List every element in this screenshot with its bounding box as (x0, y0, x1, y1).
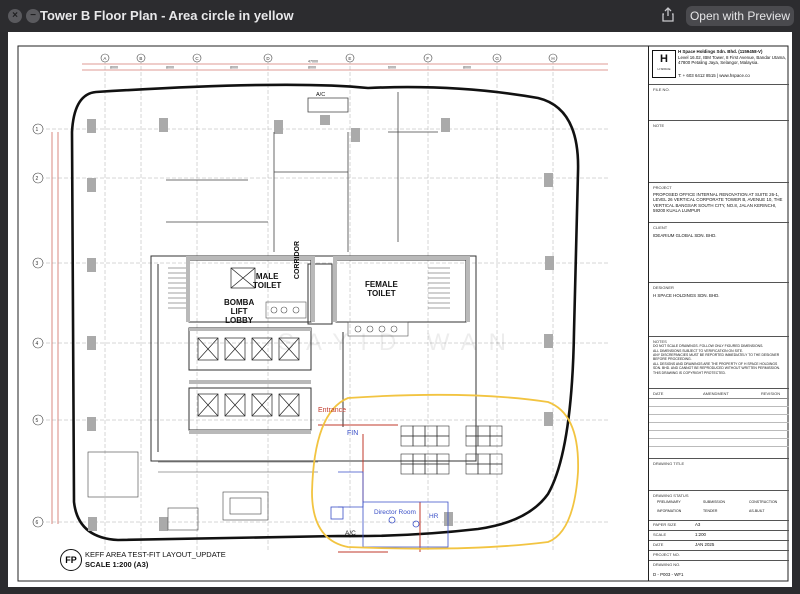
workstations (87, 451, 318, 531)
share-icon[interactable] (660, 7, 676, 23)
tb-drawing-no: DRAWING NO. D - P003 - WF1 (653, 562, 684, 577)
tb-status: DRAWING STATUS PRELIMINARY SUBMISSION CO… (649, 490, 789, 521)
tb-revisions: DATE AMENDMENT REVISION (649, 388, 789, 459)
stairs (168, 267, 450, 309)
grid-col-label: A (103, 56, 106, 61)
note-3: ANY DISCREPANCIES MUST BE REPORTED IMMED… (653, 353, 780, 362)
label-fin: FIN (347, 430, 359, 437)
label-hr: HR (429, 513, 439, 520)
company-address: Level 16.02, IBM Tower, 8 First Avenue, … (678, 55, 786, 66)
grid-row-label: 1 (36, 127, 39, 133)
tb-designer: DESIGNER H SPACE HOLDINGS SDN. BHD. (649, 282, 789, 337)
status-as-built: AS-BUILT (749, 509, 765, 513)
note-4: ALL DESIGNS AND DRAWINGS ARE THE PROPERT… (653, 362, 781, 371)
drawing-no: D - P003 - WF1 (653, 572, 684, 577)
tb-company: H H SPACE H Space Holdings Sdn. Bhd. (11… (649, 46, 789, 85)
grid-col-label: H (551, 56, 554, 61)
dimension-label: 8000 (463, 66, 471, 70)
dimension-label: 8000 (308, 66, 316, 70)
company-logo: H H SPACE (652, 50, 676, 78)
dimension-label: 8000 (166, 66, 174, 70)
company-contact: T: + 603 6412 8515 | www.hspace.co (678, 73, 750, 78)
note-5: THIS DRAWING IS COPYRIGHT PROTECTED. (653, 371, 726, 375)
office-desks (400, 425, 503, 475)
grid-row-label: 2 (36, 176, 39, 182)
close-icon[interactable]: × (8, 9, 22, 23)
grid-col-label: F (426, 56, 429, 61)
label-bomba-lift-lobby: BOMBA LIFT LOBBY (224, 298, 255, 325)
footer-scale: SCALE 1:200 (A3) (85, 560, 149, 569)
status-submission: SUBMISSION (703, 500, 725, 504)
label-male-toilet: MALE TOILET (253, 272, 282, 290)
drawing-sheet: SAYID WAN 1 2 3 4 5 6 A B C D E F G H 47000 8000 8000 800… (8, 32, 792, 587)
status-information: INFORMATION (657, 509, 682, 513)
footer-title: KEFF AREA TEST-FIT LAYOUT_UPDATE (85, 550, 226, 559)
tb-notes: NOTES DO NOT SCALE DRAWINGS. FOLLOW ONLY… (649, 336, 789, 389)
label-director-room: Director Room (374, 509, 416, 516)
company-name: H Space Holdings Sdn. Bhd. (1159458-V) (678, 49, 763, 54)
grid-row-label: 4 (36, 341, 39, 347)
grid-row-label: 6 (36, 520, 39, 526)
grid-bubbles (32, 53, 558, 528)
fp-badge: FP (60, 549, 82, 571)
status-construction: CONSTRUCTION (749, 500, 778, 504)
preview-window: × − Tower B Floor Plan - Area circle in … (0, 0, 800, 594)
dimension-label: 8000 (110, 66, 118, 70)
grid-col-label: G (495, 56, 499, 61)
tb-note: NOTE (649, 120, 789, 183)
tb-client: CLIENT IDEARIUM GLOBAL SDN. BHD. (649, 222, 789, 283)
grid-lines (34, 60, 608, 552)
watermark-text: SAYID WAN (278, 329, 518, 356)
structural-columns (87, 115, 554, 531)
title-bar: × − Tower B Floor Plan - Area circle in … (0, 0, 800, 32)
dimension-label: 6000 (388, 66, 396, 70)
tb-project: PROJECT PROPOSED OFFICE INTERNAL RENOVAT… (649, 182, 789, 223)
dimension-label: 47000 (308, 60, 318, 64)
client-text: IDEARIUM GLOBAL SDN. BHD. (653, 233, 717, 238)
window-title: Tower B Floor Plan - Area circle in yell… (40, 8, 294, 23)
minimize-icon[interactable]: − (26, 9, 40, 23)
title-block: H H SPACE H Space Holdings Sdn. Bhd. (11… (648, 46, 789, 581)
status-tender: TENDER (703, 509, 718, 513)
dimension-label: 8000 (230, 66, 238, 70)
tb-file-no: FILE NO. (649, 84, 789, 121)
designer-text: H SPACE HOLDINGS SDN. BHD. (653, 293, 720, 298)
grid-row-label: 5 (36, 418, 39, 424)
top-rooms (166, 92, 438, 252)
grid-col-label: B (139, 56, 142, 61)
label-entrance: Entrance (318, 407, 347, 414)
open-with-preview-button[interactable]: Open with Preview (686, 6, 794, 26)
label-female-toilet: FEMALE TOILET (365, 280, 398, 298)
label-corridor: CORRIDOR (294, 240, 301, 280)
label-acmu: A/C (345, 530, 356, 537)
status-preliminary: PRELIMINARY (657, 500, 681, 504)
project-text: PROPOSED OFFICE INTERNAL RENOVATION AT S… (653, 192, 783, 214)
grid-col-label: E (348, 56, 351, 61)
new-partitions (318, 424, 421, 553)
tb-drawing-title: DRAWING TITLE (649, 458, 789, 491)
grid-row-label: 3 (36, 261, 39, 267)
label-top-acmu: A/C (316, 92, 326, 98)
